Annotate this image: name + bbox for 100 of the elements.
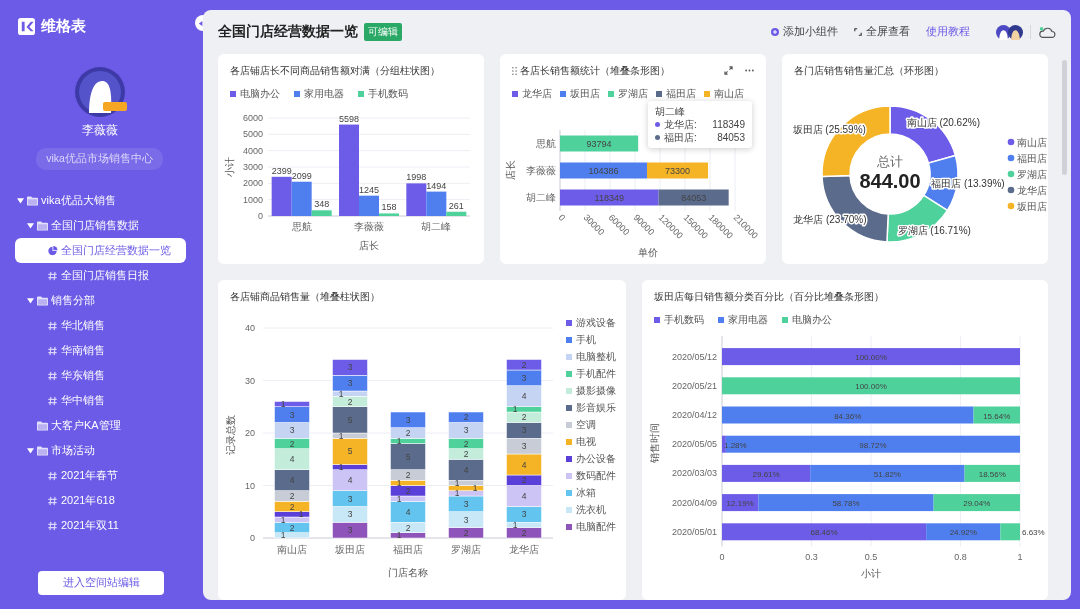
legend-label[interactable]: 坂田店 (570, 86, 600, 101)
data-label: 1 (338, 430, 344, 441)
tree-item[interactable]: 华中销售 (0, 388, 186, 413)
legend-label[interactable]: 福田店 (1017, 153, 1047, 164)
axis-label: 李薇薇 (526, 165, 556, 176)
data-label: 4 (521, 491, 527, 501)
tree-item[interactable]: 全国门店销售日报 (0, 263, 186, 288)
axis-label: 6000 (242, 113, 263, 123)
edit-space-button[interactable]: 进入空间站编辑 (38, 571, 164, 595)
app-name: 维格表 (41, 17, 86, 36)
data-label: 68.46% (810, 528, 838, 538)
data-label: 2 (463, 449, 469, 459)
data-label: 3 (463, 514, 469, 525)
caret-icon[interactable] (27, 222, 34, 229)
legend-label[interactable]: 手机数码 (664, 312, 704, 327)
caret-icon[interactable] (17, 197, 24, 204)
axis-label: 2000 (242, 178, 263, 189)
legend-label[interactable]: 手机数码 (368, 86, 408, 101)
tree-item[interactable]: 市场活动 (0, 438, 186, 463)
data-label: 100.00% (855, 382, 887, 392)
user-avatar[interactable] (74, 67, 125, 117)
legend-label[interactable]: 手机配件 (576, 367, 616, 381)
legend-label[interactable]: 数码配件 (576, 469, 616, 483)
tree-item[interactable]: 全国门店经营数据一览 (15, 238, 186, 263)
legend-label[interactable]: 手机 (576, 333, 596, 347)
legend-label[interactable]: 南山店 (1017, 137, 1047, 148)
legend-label[interactable]: 坂田店 (1017, 201, 1047, 212)
folder-icon (37, 220, 48, 231)
legend-label[interactable]: 洗衣机 (576, 503, 606, 517)
data-label: 3 (405, 414, 411, 425)
pie-chart-icon (47, 245, 58, 256)
axis-label: 40 (245, 323, 255, 333)
data-label: 3 (347, 362, 353, 373)
axis-label: 罗湖店 (451, 544, 481, 555)
folder-icon (27, 195, 38, 206)
tree-item[interactable]: 全国门店销售数据 (0, 213, 186, 238)
caret-icon[interactable] (27, 297, 34, 304)
tree-item[interactable]: 2021年春节 (0, 463, 186, 488)
legend-label[interactable]: 办公设备 (576, 452, 616, 466)
legend-label[interactable]: 空调 (576, 418, 596, 432)
total-label: 总计 (877, 154, 903, 169)
legend-label[interactable]: 家用电器 (304, 86, 344, 101)
drag-handle-icon[interactable] (512, 66, 517, 75)
fullscreen-button[interactable]: 全屏查看 (854, 25, 910, 39)
legend-label[interactable]: 罗湖店 (1017, 169, 1047, 180)
scrollbar[interactable] (1062, 60, 1067, 175)
legend-label[interactable]: 电脑整机 (576, 350, 616, 364)
data-label: 29.61% (752, 469, 780, 479)
tree-item[interactable]: 大客户KA管理 (0, 413, 186, 438)
data-label: 3 (347, 493, 353, 504)
data-label: 1 (396, 530, 402, 541)
axis-label: 胡二峰 (526, 192, 556, 203)
bar (658, 189, 729, 206)
bar-segment (332, 359, 368, 376)
legend-label[interactable]: 电视 (576, 435, 596, 449)
legend-label[interactable]: 福田店 (666, 86, 696, 101)
legend-label[interactable]: 游戏设备 (576, 316, 616, 330)
data-label: 1998 (406, 172, 427, 183)
legend-label[interactable]: 摄影摄像 (576, 384, 616, 398)
data-label: 3 (521, 509, 527, 520)
data-label: 2 (405, 428, 411, 438)
avatar-icon[interactable] (1008, 24, 1023, 40)
tree-item[interactable]: 2021年双11 (0, 513, 186, 538)
data-label: 1 (396, 493, 402, 504)
data-label: 118349 (594, 193, 624, 203)
data-label: 2 (521, 527, 527, 538)
tree-item[interactable]: 销售分部 (0, 288, 186, 313)
axis-title: 店长 (505, 160, 516, 180)
expand-icon[interactable] (724, 66, 733, 75)
tree-item[interactable]: 2021年618 (0, 488, 186, 513)
data-label: 2 (289, 522, 295, 533)
axis-label: 胡二峰 (421, 221, 452, 232)
legend-label[interactable]: 罗湖店 (618, 86, 648, 101)
axis-title: 小计 (224, 157, 235, 177)
legend-label[interactable]: 影音娱乐 (576, 401, 616, 415)
axis-label: 3000 (242, 162, 263, 172)
data-label: 2 (463, 438, 469, 449)
tutorial-link[interactable]: 使用教程 (926, 25, 970, 39)
legend-label[interactable]: 电脑办公 (240, 86, 280, 101)
data-label: 1.28% (724, 440, 747, 450)
data-label: 3 (463, 425, 469, 436)
legend-label[interactable]: 南山店 (714, 86, 744, 101)
tree-item[interactable]: 华南销售 (0, 338, 186, 363)
tree-item[interactable]: 华东销售 (0, 363, 186, 388)
tooltip-value: 84053 (717, 132, 745, 143)
legend-label[interactable]: 龙华店 (522, 86, 552, 101)
caret-icon[interactable] (27, 447, 34, 454)
cloud-icon[interactable] (1038, 25, 1056, 39)
data-label: 18.56% (978, 469, 1006, 479)
axis-title: 销售时间 (649, 423, 660, 463)
legend-label[interactable]: 电脑办公 (792, 312, 832, 327)
data-label: 2 (289, 491, 295, 501)
add-widget-button[interactable]: 添加小组件 (771, 25, 838, 39)
axis-label: 李薇薇 (354, 221, 384, 232)
legend-label[interactable]: 龙华店 (1017, 185, 1047, 196)
tree-item[interactable]: 华北销售 (0, 313, 186, 338)
legend-label[interactable]: 电脑配件 (576, 520, 616, 534)
tree-item[interactable]: vika优品大销售 (0, 188, 186, 213)
legend-label[interactable]: 冰箱 (576, 486, 596, 500)
legend-label[interactable]: 家用电器 (728, 312, 768, 327)
